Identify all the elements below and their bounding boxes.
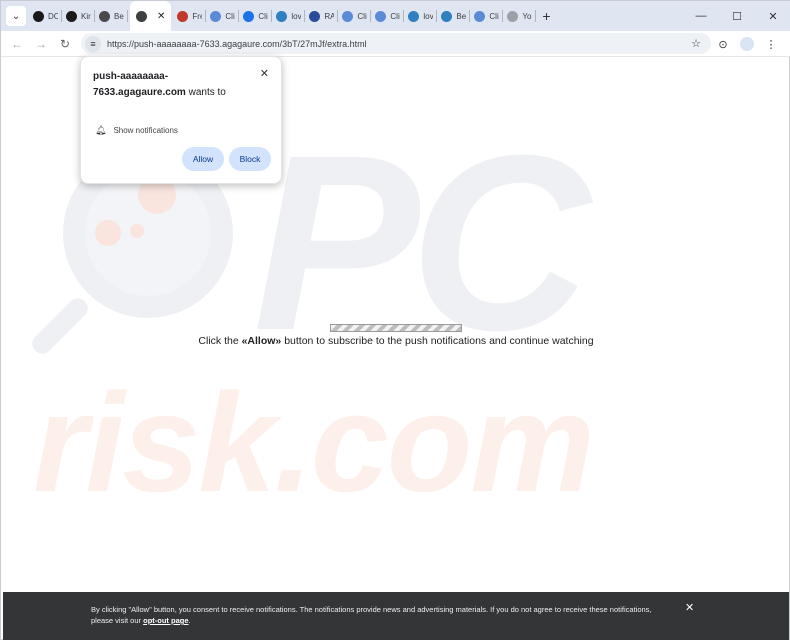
new-tab-button[interactable]: + bbox=[542, 8, 550, 24]
tab-favicon-icon bbox=[99, 10, 110, 22]
download-icon[interactable]: ⊙ bbox=[711, 35, 735, 53]
watermark-magnifier-handle bbox=[28, 294, 92, 358]
popup-wants-to: wants to bbox=[188, 87, 226, 98]
browser-tab[interactable]: Clic bbox=[206, 1, 240, 31]
browser-tab[interactable]: ✕ bbox=[130, 1, 172, 31]
browser-window: ⌄ DO Kiri Bel ✕ Fre Clic Clic lov RAI Clic Clic lov… bbox=[0, 0, 790, 640]
tab-close-icon[interactable]: ✕ bbox=[157, 11, 165, 22]
tab-title: Clic bbox=[489, 11, 499, 21]
menu-kebab-icon[interactable]: ⋮ bbox=[759, 35, 783, 53]
tab-title: lov bbox=[291, 11, 302, 21]
tab-strip: ⌄ DO Kiri Bel ✕ Fre Clic Clic lov RAI Clic Clic lov… bbox=[1, 1, 790, 31]
message-prefix: Click the bbox=[198, 335, 242, 347]
opt-out-link[interactable]: opt-out page bbox=[143, 616, 188, 625]
tab-favicon-icon bbox=[243, 10, 255, 22]
watermark-dot bbox=[95, 220, 121, 246]
popup-host: push-aaaaaaaa-7633.agagaure.com bbox=[93, 71, 186, 98]
site-info-icon[interactable]: ≡ bbox=[85, 35, 101, 52]
profile-avatar-icon[interactable] bbox=[740, 37, 754, 51]
message-allow-highlight: «Allow» bbox=[241, 335, 282, 347]
permission-row: 🔔︎ Show notifications bbox=[95, 125, 178, 136]
browser-tab[interactable]: lov bbox=[404, 1, 438, 31]
tab-title: Bel bbox=[114, 11, 124, 21]
toolbar-actions: ⊙ ⋮ bbox=[711, 31, 783, 57]
browser-tab[interactable]: lov bbox=[272, 1, 306, 31]
back-arrow-icon[interactable]: ← bbox=[5, 37, 29, 51]
tab-title: DO bbox=[48, 11, 58, 21]
block-button[interactable]: Block bbox=[229, 147, 271, 171]
tab-title: Clic bbox=[357, 11, 367, 21]
window-controls: — ☐ ✕ bbox=[683, 1, 790, 31]
url-text[interactable]: https://push-aaaaaaaa-7633.agagaure.com/… bbox=[107, 39, 367, 49]
browser-toolbar: ← → ↻ ≡ https://push-aaaaaaaa-7633.agaga… bbox=[1, 31, 790, 57]
tab-title: Clic bbox=[258, 11, 268, 21]
reload-icon[interactable]: ↻ bbox=[53, 37, 77, 51]
browser-tab[interactable]: Clic bbox=[239, 1, 273, 31]
browser-tab[interactable]: Bel bbox=[95, 1, 128, 31]
tab-search-chevron-icon[interactable]: ⌄ bbox=[6, 6, 26, 26]
tab-favicon-icon bbox=[441, 10, 453, 22]
tab-title: lov bbox=[423, 11, 434, 21]
loading-progress-bar bbox=[330, 324, 462, 332]
browser-tab[interactable]: Fre bbox=[173, 1, 207, 31]
message-suffix: button to subscribe to the push notifica… bbox=[281, 335, 594, 347]
tab-favicon-icon bbox=[309, 10, 321, 22]
tab-favicon-icon bbox=[474, 10, 486, 22]
tab-list: DO Kiri Bel ✕ Fre Clic Clic lov RAI Clic Clic lov Be… bbox=[29, 1, 537, 31]
tab-favicon-icon bbox=[136, 10, 147, 22]
watermark-risk-text: risk.com bbox=[33, 364, 595, 521]
maximize-button[interactable]: ☐ bbox=[719, 10, 755, 23]
bell-icon: 🔔︎ bbox=[95, 125, 107, 135]
browser-tab[interactable]: Clic bbox=[371, 1, 405, 31]
browser-tab[interactable]: You bbox=[503, 1, 537, 31]
watermark-dot bbox=[130, 224, 144, 238]
browser-tab[interactable]: Kiri bbox=[62, 1, 95, 31]
subscribe-message: Click the «Allow» button to subscribe to… bbox=[3, 335, 789, 347]
tab-favicon-icon bbox=[375, 10, 387, 22]
address-bar[interactable]: ≡ https://push-aaaaaaaa-7633.agagaure.co… bbox=[81, 33, 711, 54]
allow-button[interactable]: Allow bbox=[182, 147, 224, 171]
tab-title: Bes bbox=[456, 11, 467, 21]
notification-permission-popup: push-aaaaaaaa-7633.agagaure.com wants to… bbox=[80, 56, 282, 184]
tab-title: Kiri bbox=[81, 11, 91, 21]
consent-close-icon[interactable]: ✕ bbox=[685, 601, 694, 614]
tab-favicon-icon bbox=[177, 10, 189, 22]
tab-favicon-icon bbox=[507, 10, 519, 22]
tab-favicon-icon bbox=[342, 10, 354, 22]
browser-tab[interactable]: DO bbox=[29, 1, 62, 31]
tab-favicon-icon bbox=[210, 10, 222, 22]
popup-close-icon[interactable]: ✕ bbox=[260, 67, 269, 80]
bookmark-star-icon[interactable]: ☆ bbox=[691, 37, 701, 50]
permission-label: Show notifications bbox=[113, 126, 178, 135]
browser-tab[interactable]: Bes bbox=[437, 1, 471, 31]
consent-text-end: . bbox=[188, 616, 191, 625]
tab-title: Clic bbox=[390, 11, 400, 21]
tab-favicon-icon bbox=[276, 10, 288, 22]
minimize-button[interactable]: — bbox=[683, 10, 719, 22]
forward-arrow-icon[interactable]: → bbox=[29, 37, 53, 51]
close-window-button[interactable]: ✕ bbox=[755, 10, 790, 23]
tab-title: Fre bbox=[192, 11, 203, 21]
tab-favicon-icon bbox=[33, 10, 44, 22]
browser-tab[interactable]: Clic bbox=[338, 1, 372, 31]
consent-bar: By clicking "Allow" button, you consent … bbox=[3, 592, 789, 640]
tab-title: You bbox=[522, 11, 532, 21]
browser-tab[interactable]: Clic bbox=[470, 1, 504, 31]
popup-title: push-aaaaaaaa-7633.agagaure.com wants to bbox=[93, 69, 253, 101]
tab-favicon-icon bbox=[408, 10, 420, 22]
tab-title: RAI bbox=[324, 11, 335, 21]
tab-title: Clic bbox=[225, 11, 235, 21]
tab-favicon-icon bbox=[66, 10, 77, 22]
browser-tab[interactable]: RAI bbox=[305, 1, 339, 31]
consent-text: By clicking "Allow" button, you consent … bbox=[91, 604, 671, 626]
